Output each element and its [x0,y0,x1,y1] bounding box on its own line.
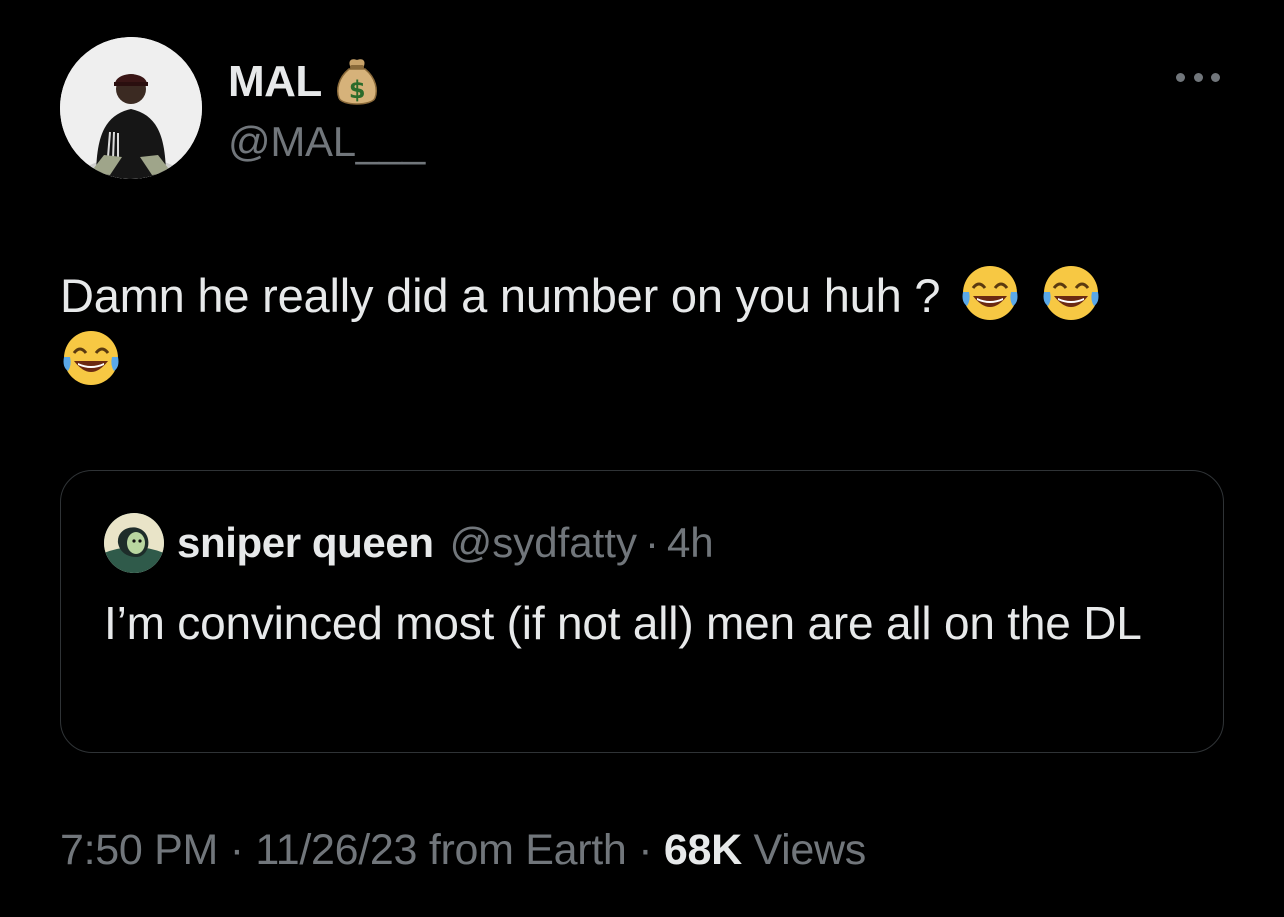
tears-of-joy-emoji-icon [1040,262,1102,324]
quoted-tweet-text: I’m convinced most (if not all) men are … [104,597,1142,649]
quoted-tweet-header: sniper queen @sydfatty · 4h [177,519,714,567]
more-dot [1193,72,1203,82]
avatar-image [60,37,202,179]
meta-separator: · [218,826,256,874]
tweet-metadata: 7:50 PM · 11/26/23 from Earth · 68K View… [60,826,866,875]
meta-separator: · [626,826,664,874]
quoted-display-name[interactable]: sniper queen [177,519,434,567]
more-options-icon[interactable] [1176,66,1220,88]
quoted-avatar-image [104,513,164,573]
svg-text:$: $ [349,76,365,104]
quoted-handle[interactable]: @sydfatty [450,519,637,567]
views-count[interactable]: 68K [664,826,742,874]
tears-of-joy-emoji-icon [959,262,1021,324]
more-dot [1176,72,1185,82]
views-label: Views [741,826,867,874]
tears-of-joy-emoji-icon [60,327,122,389]
author-avatar[interactable] [60,37,202,179]
quoted-separator: · [644,519,659,566]
more-dot [1211,72,1220,82]
quoted-timestamp[interactable]: 4h [667,519,714,567]
tweet-time[interactable]: 7:50 PM [60,826,218,874]
author-handle[interactable]: @MAL___ [228,118,425,166]
author-display-name-row[interactable]: MAL $ [228,56,380,108]
quoted-tweet-card[interactable]: sniper queen @sydfatty · 4h I’m convince… [60,470,1224,753]
tweet-text: Damn he really did a number on you huh ? [60,269,941,322]
tweet-source: from Earth [417,826,627,874]
tweet-date[interactable]: 11/26/23 [255,826,417,874]
quoted-author-avatar[interactable] [104,513,164,573]
tweet-body: Damn he really did a number on you huh ? [60,262,1240,392]
moneybag-emoji-icon: $ [334,56,380,108]
author-display-name[interactable]: MAL [228,57,322,107]
